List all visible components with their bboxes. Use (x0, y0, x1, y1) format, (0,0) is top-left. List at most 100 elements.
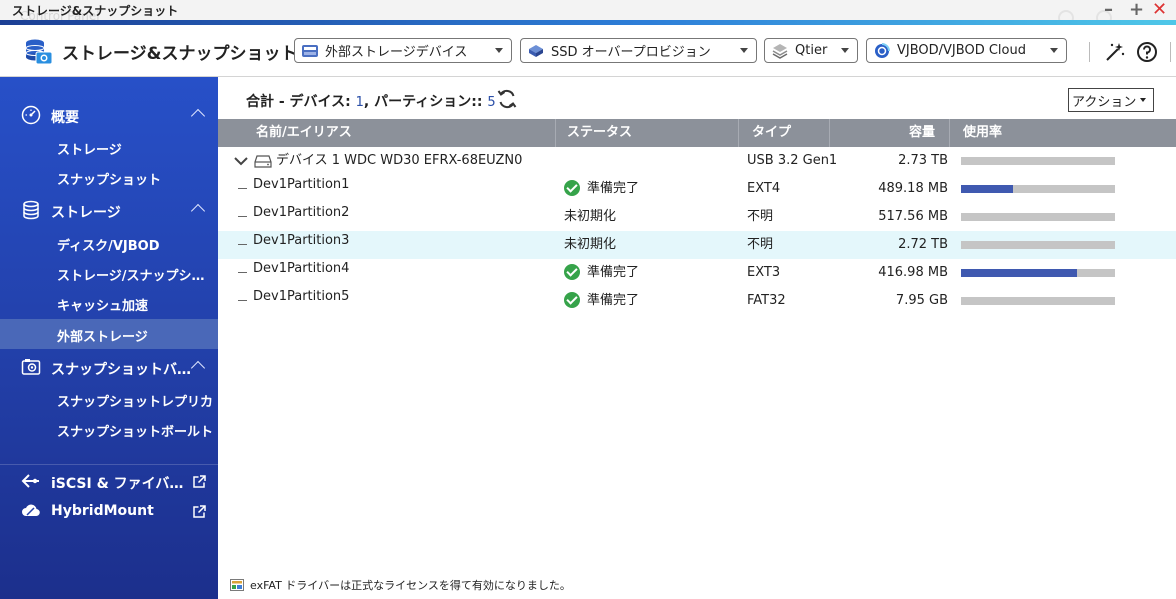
chevron-up-icon[interactable] (190, 203, 206, 219)
main-panel: 合計 - デバイス: 1, パーティション:: 5 アクション 名前/エイリアス… (218, 77, 1176, 599)
help-icon[interactable] (1136, 41, 1158, 63)
summary-partition-count: 5 (487, 95, 496, 110)
column-header-status[interactable]: ステータス (567, 119, 632, 147)
sidebar-item-storage-overview[interactable]: ストレージ (0, 132, 218, 162)
tree-branch-line (238, 272, 247, 273)
partition-row[interactable]: Dev1Partition5 準備完了 FAT32 7.95 GB (218, 287, 1176, 315)
usage-bar (961, 185, 1115, 193)
summary-colon: : (476, 94, 483, 110)
dashboard-icon (21, 105, 41, 125)
close-button[interactable]: ✕ (1152, 0, 1167, 20)
sidebar-item-label: ストレージ (57, 143, 122, 158)
sidebar-item-snapshot-overview[interactable]: スナップショット (0, 162, 218, 192)
sidebar: 概要 ストレージ スナップショット ストレージ ディスク/VJBOD ストレージ… (0, 77, 218, 599)
window-title: ストレージ&スナップショット (12, 4, 179, 18)
status-ok-icon (564, 263, 580, 280)
column-header-capacity[interactable]: 容量 (829, 119, 935, 147)
expand-chevron-icon[interactable] (234, 156, 248, 166)
disk-drive-icon (254, 155, 272, 168)
partition-row[interactable]: Dev1Partition2 未初期化 不明 517.56 MB (218, 203, 1176, 231)
partition-row[interactable]: Dev1Partition4 準備完了 EXT3 416.98 MB (218, 259, 1176, 287)
action-dropdown[interactable]: アクション (1068, 88, 1154, 112)
sidebar-item-label: キャッシュ加速 (57, 299, 149, 314)
sidebar-group-label: 概要 (51, 110, 79, 126)
sidebar-item-label: スナップショットレプリカ (57, 395, 214, 410)
sidebar-link-hybridmount[interactable]: HybridMount (0, 496, 218, 526)
sidebar-group-label: スナップショットバックアップ (51, 362, 193, 378)
partition-name: Dev1Partition1 (253, 177, 350, 192)
status-footer: exFAT ドライバーは正式なライセンスを得て有効になりました。 (230, 577, 571, 593)
driver-license-icon (230, 579, 244, 591)
sidebar-item-storage-snapshots[interactable]: ストレージ/スナップショット (0, 258, 218, 288)
partition-capacity: 517.56 MB (878, 209, 948, 224)
usage-bar (961, 297, 1115, 305)
ssd-icon (529, 44, 543, 57)
snapshot-camera-icon (21, 359, 41, 375)
usage-bar (961, 157, 1115, 165)
chevron-down-icon (1050, 48, 1058, 53)
chevron-up-icon[interactable] (190, 108, 206, 124)
column-header-type[interactable]: タイプ (752, 119, 791, 147)
sidebar-group-overview[interactable]: 概要 (0, 100, 218, 130)
external-link-icon (193, 475, 206, 488)
partition-type: FAT32 (747, 293, 786, 308)
column-header-name[interactable]: 名前/エイリアス (256, 119, 352, 147)
column-header-usage[interactable]: 使用率 (963, 119, 1002, 147)
action-dropdown-label: アクション (1072, 94, 1137, 110)
dropdown-label: SSD オーバープロビジョン (551, 45, 711, 60)
device-row[interactable]: デバイス 1 WDC WD30 EFRX-68EUZN0 USB 3.2 Gen… (218, 147, 1176, 175)
table-header: 名前/エイリアス ステータス タイプ 容量 使用率 (218, 119, 1176, 147)
sidebar-item-disks-vjbod[interactable]: ディスク/VJBOD (0, 228, 218, 258)
partition-type: 不明 (747, 209, 774, 224)
partition-status: 準備完了 (564, 259, 639, 287)
partition-type: EXT3 (747, 265, 781, 280)
partition-capacity: 7.95 GB (895, 293, 948, 308)
sidebar-group-snapshot-backup[interactable]: スナップショットバックアップ (0, 352, 218, 382)
sidebar-link-label: HybridMount (51, 503, 154, 519)
chevron-down-icon (740, 48, 748, 53)
partition-status-label: 準備完了 (587, 181, 640, 196)
partition-row[interactable]: Dev1Partition1 準備完了 EXT4 489.18 MB (218, 175, 1176, 203)
sidebar-item-cache-acceleration[interactable]: キャッシュ加速 (0, 288, 218, 318)
partition-row[interactable]: Dev1Partition3 未初期化 不明 2.72 TB (218, 231, 1176, 259)
maximize-button[interactable]: + (1129, 0, 1144, 20)
sidebar-item-label: ストレージ/スナップショット (57, 269, 217, 284)
sidebar-group-storage[interactable]: ストレージ (0, 195, 218, 225)
toolbar-divider (1089, 42, 1090, 62)
sidebar-link-label: iSCSI & ファイバーチャネル (51, 476, 193, 492)
chevron-down-icon (841, 48, 849, 53)
usage-bar-fill (961, 269, 1077, 277)
partition-name: Dev1Partition4 (253, 261, 350, 276)
chevron-down-icon (1140, 98, 1147, 102)
sidebar-item-snapshot-replica[interactable]: スナップショットレプリカ (0, 384, 218, 414)
usage-bar (961, 241, 1115, 249)
sidebar-item-label: スナップショットボールト (57, 425, 214, 440)
ssd-overprovisioning-dropdown[interactable]: SSD オーバープロビジョン (520, 38, 757, 63)
footer-message: exFAT ドライバーは正式なライセンスを得て有効になりました。 (250, 579, 571, 592)
sidebar-item-external-storage[interactable]: 外部ストレージ (0, 319, 218, 349)
partition-name: Dev1Partition5 (253, 289, 350, 304)
sidebar-divider (0, 464, 218, 465)
qtier-dropdown[interactable]: Qtier (764, 38, 858, 63)
sidebar-item-label: スナップショット (57, 173, 162, 188)
refresh-icon[interactable] (496, 88, 518, 110)
partition-type: 不明 (747, 237, 774, 252)
partition-capacity: 2.72 TB (898, 237, 948, 252)
chevron-up-icon[interactable] (190, 360, 206, 376)
vjbod-cloud-dropdown[interactable]: VJBOD/VJBOD Cloud (866, 38, 1067, 63)
dropdown-label: 外部ストレージデバイス (325, 45, 468, 60)
minimize-button[interactable]: – (1104, 0, 1113, 20)
toolbar-divider (1170, 42, 1171, 62)
magic-wand-icon[interactable] (1104, 41, 1126, 63)
partition-capacity: 416.98 MB (878, 265, 948, 280)
sidebar-link-iscsi[interactable]: iSCSI & ファイバーチャネル (0, 466, 218, 496)
external-storage-dropdown[interactable]: 外部ストレージデバイス (294, 38, 512, 63)
sidebar-group-label: ストレージ (51, 205, 121, 221)
sidebar-item-snapshot-vault[interactable]: スナップショットボールト (0, 414, 218, 444)
column-divider (555, 119, 556, 147)
tree-branch-line (238, 188, 247, 189)
tree-branch-line (238, 300, 247, 301)
device-summary: 合計 - デバイス: 1, パーティション:: 5 (246, 91, 496, 111)
vjbod-cloud-icon (875, 42, 890, 58)
external-link-icon (193, 505, 206, 518)
